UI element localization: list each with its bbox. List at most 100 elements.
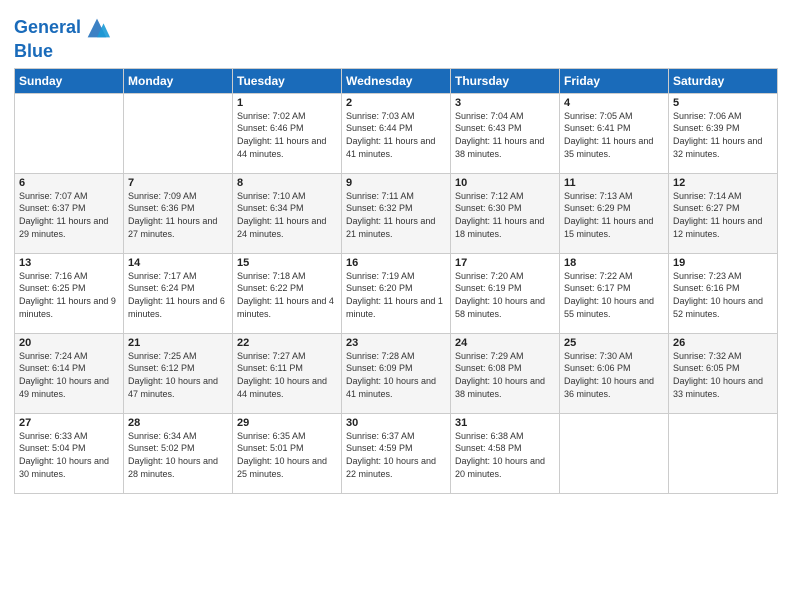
calendar-week-row: 6Sunrise: 7:07 AMSunset: 6:37 PMDaylight…: [15, 173, 778, 253]
weekday-header: Monday: [124, 68, 233, 93]
day-number: 13: [19, 257, 119, 269]
day-info: Sunrise: 7:11 AMSunset: 6:32 PMDaylight:…: [346, 190, 446, 240]
day-info: Sunrise: 6:34 AMSunset: 5:02 PMDaylight:…: [128, 430, 228, 480]
logo-text: General: [14, 18, 81, 38]
day-info: Sunrise: 7:16 AMSunset: 6:25 PMDaylight:…: [19, 270, 119, 320]
calendar-cell: 11Sunrise: 7:13 AMSunset: 6:29 PMDayligh…: [560, 173, 669, 253]
calendar-cell: [669, 413, 778, 493]
day-number: 4: [564, 97, 664, 109]
day-number: 23: [346, 337, 446, 349]
day-info: Sunrise: 7:27 AMSunset: 6:11 PMDaylight:…: [237, 350, 337, 400]
calendar-cell: 27Sunrise: 6:33 AMSunset: 5:04 PMDayligh…: [15, 413, 124, 493]
day-info: Sunrise: 7:24 AMSunset: 6:14 PMDaylight:…: [19, 350, 119, 400]
day-info: Sunrise: 7:18 AMSunset: 6:22 PMDaylight:…: [237, 270, 337, 320]
day-number: 27: [19, 417, 119, 429]
day-info: Sunrise: 7:13 AMSunset: 6:29 PMDaylight:…: [564, 190, 664, 240]
page-container: General Blue SundayMondayTuesdayWednesda…: [0, 0, 792, 504]
day-info: Sunrise: 6:35 AMSunset: 5:01 PMDaylight:…: [237, 430, 337, 480]
day-info: Sunrise: 7:10 AMSunset: 6:34 PMDaylight:…: [237, 190, 337, 240]
weekday-header: Thursday: [451, 68, 560, 93]
day-number: 26: [673, 337, 773, 349]
calendar-cell: 18Sunrise: 7:22 AMSunset: 6:17 PMDayligh…: [560, 253, 669, 333]
day-info: Sunrise: 7:02 AMSunset: 6:46 PMDaylight:…: [237, 110, 337, 160]
day-info: Sunrise: 6:38 AMSunset: 4:58 PMDaylight:…: [455, 430, 555, 480]
day-number: 1: [237, 97, 337, 109]
day-number: 21: [128, 337, 228, 349]
calendar-week-row: 27Sunrise: 6:33 AMSunset: 5:04 PMDayligh…: [15, 413, 778, 493]
logo: General Blue: [14, 14, 111, 62]
calendar-cell: 6Sunrise: 7:07 AMSunset: 6:37 PMDaylight…: [15, 173, 124, 253]
day-info: Sunrise: 7:29 AMSunset: 6:08 PMDaylight:…: [455, 350, 555, 400]
day-number: 11: [564, 177, 664, 189]
calendar-cell: 25Sunrise: 7:30 AMSunset: 6:06 PMDayligh…: [560, 333, 669, 413]
calendar-cell: 8Sunrise: 7:10 AMSunset: 6:34 PMDaylight…: [233, 173, 342, 253]
day-info: Sunrise: 7:17 AMSunset: 6:24 PMDaylight:…: [128, 270, 228, 320]
day-number: 10: [455, 177, 555, 189]
calendar-cell: 31Sunrise: 6:38 AMSunset: 4:58 PMDayligh…: [451, 413, 560, 493]
day-number: 6: [19, 177, 119, 189]
calendar-cell: 30Sunrise: 6:37 AMSunset: 4:59 PMDayligh…: [342, 413, 451, 493]
weekday-header: Saturday: [669, 68, 778, 93]
calendar-cell: 19Sunrise: 7:23 AMSunset: 6:16 PMDayligh…: [669, 253, 778, 333]
calendar-table: SundayMondayTuesdayWednesdayThursdayFrid…: [14, 68, 778, 494]
calendar-cell: 29Sunrise: 6:35 AMSunset: 5:01 PMDayligh…: [233, 413, 342, 493]
calendar-cell: 21Sunrise: 7:25 AMSunset: 6:12 PMDayligh…: [124, 333, 233, 413]
logo-icon: [83, 14, 111, 42]
calendar-week-row: 20Sunrise: 7:24 AMSunset: 6:14 PMDayligh…: [15, 333, 778, 413]
day-info: Sunrise: 7:19 AMSunset: 6:20 PMDaylight:…: [346, 270, 446, 320]
day-info: Sunrise: 7:28 AMSunset: 6:09 PMDaylight:…: [346, 350, 446, 400]
calendar-cell: 9Sunrise: 7:11 AMSunset: 6:32 PMDaylight…: [342, 173, 451, 253]
day-number: 9: [346, 177, 446, 189]
day-info: Sunrise: 7:07 AMSunset: 6:37 PMDaylight:…: [19, 190, 119, 240]
day-number: 17: [455, 257, 555, 269]
day-info: Sunrise: 7:14 AMSunset: 6:27 PMDaylight:…: [673, 190, 773, 240]
calendar-week-row: 1Sunrise: 7:02 AMSunset: 6:46 PMDaylight…: [15, 93, 778, 173]
day-number: 24: [455, 337, 555, 349]
day-info: Sunrise: 6:33 AMSunset: 5:04 PMDaylight:…: [19, 430, 119, 480]
day-number: 2: [346, 97, 446, 109]
day-info: Sunrise: 7:12 AMSunset: 6:30 PMDaylight:…: [455, 190, 555, 240]
day-info: Sunrise: 7:25 AMSunset: 6:12 PMDaylight:…: [128, 350, 228, 400]
weekday-header: Tuesday: [233, 68, 342, 93]
day-number: 31: [455, 417, 555, 429]
calendar-cell: [560, 413, 669, 493]
day-info: Sunrise: 6:37 AMSunset: 4:59 PMDaylight:…: [346, 430, 446, 480]
day-info: Sunrise: 7:22 AMSunset: 6:17 PMDaylight:…: [564, 270, 664, 320]
day-number: 5: [673, 97, 773, 109]
calendar-cell: 22Sunrise: 7:27 AMSunset: 6:11 PMDayligh…: [233, 333, 342, 413]
day-number: 30: [346, 417, 446, 429]
calendar-header-row: SundayMondayTuesdayWednesdayThursdayFrid…: [15, 68, 778, 93]
day-number: 15: [237, 257, 337, 269]
day-info: Sunrise: 7:20 AMSunset: 6:19 PMDaylight:…: [455, 270, 555, 320]
day-number: 3: [455, 97, 555, 109]
calendar-cell: [124, 93, 233, 173]
day-info: Sunrise: 7:30 AMSunset: 6:06 PMDaylight:…: [564, 350, 664, 400]
calendar-cell: 28Sunrise: 6:34 AMSunset: 5:02 PMDayligh…: [124, 413, 233, 493]
calendar-cell: 17Sunrise: 7:20 AMSunset: 6:19 PMDayligh…: [451, 253, 560, 333]
weekday-header: Wednesday: [342, 68, 451, 93]
day-number: 29: [237, 417, 337, 429]
calendar-cell: 13Sunrise: 7:16 AMSunset: 6:25 PMDayligh…: [15, 253, 124, 333]
day-info: Sunrise: 7:09 AMSunset: 6:36 PMDaylight:…: [128, 190, 228, 240]
calendar-cell: 4Sunrise: 7:05 AMSunset: 6:41 PMDaylight…: [560, 93, 669, 173]
day-number: 19: [673, 257, 773, 269]
calendar-cell: 16Sunrise: 7:19 AMSunset: 6:20 PMDayligh…: [342, 253, 451, 333]
calendar-cell: [15, 93, 124, 173]
day-info: Sunrise: 7:05 AMSunset: 6:41 PMDaylight:…: [564, 110, 664, 160]
weekday-header: Friday: [560, 68, 669, 93]
day-info: Sunrise: 7:04 AMSunset: 6:43 PMDaylight:…: [455, 110, 555, 160]
day-number: 28: [128, 417, 228, 429]
calendar-cell: 10Sunrise: 7:12 AMSunset: 6:30 PMDayligh…: [451, 173, 560, 253]
day-number: 18: [564, 257, 664, 269]
day-number: 25: [564, 337, 664, 349]
calendar-cell: 12Sunrise: 7:14 AMSunset: 6:27 PMDayligh…: [669, 173, 778, 253]
day-number: 22: [237, 337, 337, 349]
day-info: Sunrise: 7:06 AMSunset: 6:39 PMDaylight:…: [673, 110, 773, 160]
weekday-header: Sunday: [15, 68, 124, 93]
calendar-cell: 24Sunrise: 7:29 AMSunset: 6:08 PMDayligh…: [451, 333, 560, 413]
calendar-cell: 2Sunrise: 7:03 AMSunset: 6:44 PMDaylight…: [342, 93, 451, 173]
day-info: Sunrise: 7:23 AMSunset: 6:16 PMDaylight:…: [673, 270, 773, 320]
calendar-cell: 26Sunrise: 7:32 AMSunset: 6:05 PMDayligh…: [669, 333, 778, 413]
calendar-week-row: 13Sunrise: 7:16 AMSunset: 6:25 PMDayligh…: [15, 253, 778, 333]
calendar-cell: 7Sunrise: 7:09 AMSunset: 6:36 PMDaylight…: [124, 173, 233, 253]
